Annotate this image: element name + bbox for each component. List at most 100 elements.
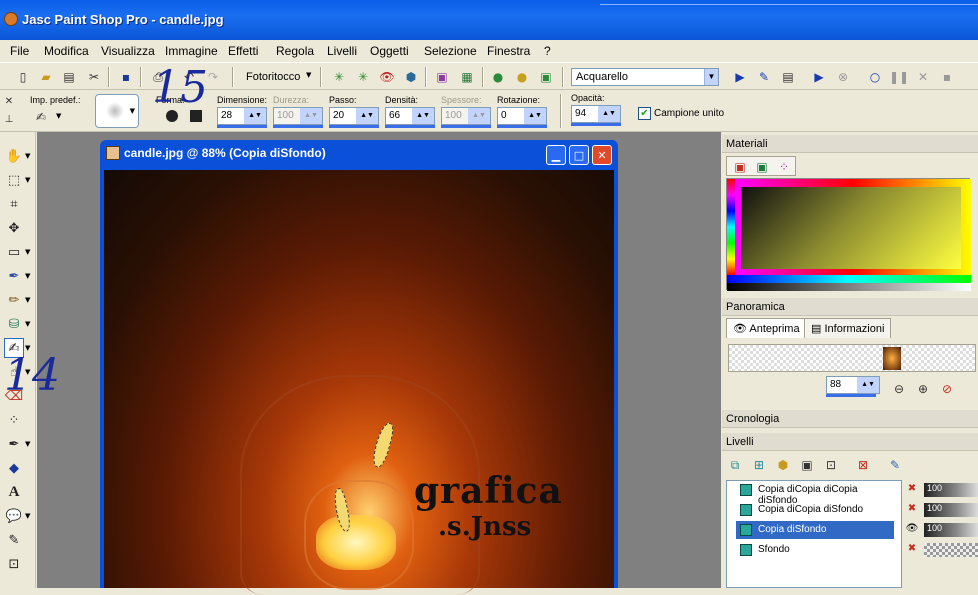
eye-icon[interactable]: 👁 bbox=[904, 523, 920, 537]
browse-icon[interactable]: ▤ bbox=[60, 68, 78, 86]
delete-layer-icon[interactable]: ⊠ bbox=[854, 456, 872, 474]
record-icon[interactable]: ○ bbox=[866, 68, 884, 86]
saturation-area[interactable] bbox=[741, 187, 961, 269]
menu-visualizza[interactable]: Visualizza bbox=[101, 44, 155, 58]
enhance-icon[interactable]: ✳ bbox=[330, 68, 348, 86]
layer-row[interactable]: Copia diCopia diCopia diSfondo bbox=[736, 481, 894, 506]
zoom-tool-icon[interactable]: ⬚ bbox=[4, 170, 24, 190]
spray-tool-icon[interactable]: ⁘ bbox=[4, 410, 24, 430]
tool-options-bar: ✕ ⊥ Imp. predef.: ✍ ▼ ▼ Forma: Dimension… bbox=[0, 90, 978, 132]
menu-file[interactable]: File bbox=[10, 44, 29, 58]
layer-row[interactable]: Copia diSfondo bbox=[736, 521, 894, 539]
run-selected-icon[interactable]: ▶ bbox=[810, 68, 828, 86]
layer-palette-icon[interactable]: ● bbox=[489, 68, 507, 86]
zoom-input[interactable]: 88 ▲▼ bbox=[826, 376, 880, 397]
new-file-icon[interactable]: ▯ bbox=[14, 68, 32, 86]
materials-icon[interactable]: ● bbox=[513, 68, 531, 86]
visibility-off-icon[interactable]: ✖ bbox=[904, 483, 920, 497]
script-select[interactable]: Acquarello ▼ bbox=[571, 68, 719, 86]
opacita-input[interactable]: 94 ▲▼ bbox=[571, 105, 621, 126]
new-mask-icon[interactable]: ▣ bbox=[798, 456, 816, 474]
spessore-input[interactable]: 100 ▲▼ bbox=[441, 107, 491, 128]
maximize-button[interactable]: □ bbox=[569, 145, 589, 165]
visibility-off-icon[interactable]: ✖ bbox=[904, 543, 920, 557]
menu-modifica[interactable]: Modifica bbox=[44, 44, 89, 58]
passo-input[interactable]: 20 ▲▼ bbox=[329, 107, 379, 128]
layer-row[interactable]: Sfondo bbox=[736, 541, 894, 559]
swatches-tab-icon[interactable]: ⁘ bbox=[775, 158, 793, 176]
selection-tool-icon[interactable]: ▭ bbox=[4, 242, 24, 262]
overview-icon[interactable]: ▣ bbox=[537, 68, 555, 86]
layer-opacity-slider[interactable]: 100 bbox=[924, 503, 978, 517]
image-canvas[interactable]: grafica .s.Jnss bbox=[104, 170, 614, 595]
menu-selezione[interactable]: Selezione bbox=[424, 44, 477, 58]
zoom-reset-icon[interactable]: ⊘ bbox=[938, 380, 956, 398]
run-script-icon[interactable]: ▶ bbox=[731, 68, 749, 86]
menu-immagine[interactable]: Immagine bbox=[165, 44, 218, 58]
pin-icon[interactable]: ⊥ bbox=[0, 110, 18, 128]
menu-finestra[interactable]: Finestra bbox=[487, 44, 530, 58]
rotazione-input[interactable]: 0 ▲▼ bbox=[497, 107, 547, 128]
layer-opacity-slider[interactable] bbox=[924, 543, 978, 557]
campione-checkbox[interactable]: ✔ bbox=[638, 107, 651, 120]
close-button[interactable]: ✕ bbox=[592, 145, 612, 165]
scanner-icon[interactable]: ✂ bbox=[85, 68, 103, 86]
dimensione-input[interactable]: 28 ▲▼ bbox=[217, 107, 267, 128]
edit-script-icon[interactable]: ✎ bbox=[755, 68, 773, 86]
crop-tool-icon[interactable]: ⌗ bbox=[4, 194, 24, 214]
zoom-in-icon[interactable]: ⊕ bbox=[914, 380, 932, 398]
layer-row[interactable]: Copia diCopia diSfondo bbox=[736, 501, 894, 519]
tab-informazioni[interactable]: ▤ Informazioni bbox=[804, 318, 892, 338]
open-folder-icon[interactable]: ▰ bbox=[37, 68, 55, 86]
layer-opacity-slider[interactable]: 100 bbox=[924, 523, 978, 537]
menu-help[interactable]: ? bbox=[544, 44, 551, 58]
save-icon[interactable]: ▪ bbox=[117, 68, 135, 86]
new-adjust-layer-icon[interactable]: ⬢ bbox=[774, 456, 792, 474]
tab-anteprima[interactable]: 👁 Anteprima bbox=[726, 318, 807, 338]
photo-retouch-menu[interactable]: Fotoritocco bbox=[246, 71, 300, 83]
grayscale-bar[interactable] bbox=[727, 283, 971, 291]
brush-preset-icon[interactable]: ✍ bbox=[32, 108, 50, 126]
close-icon[interactable]: ✕ bbox=[0, 92, 18, 110]
landscape-icon[interactable]: ▦ bbox=[458, 68, 476, 86]
minimize-button[interactable]: ▁ bbox=[546, 145, 566, 165]
menu-regola[interactable]: Regola bbox=[276, 44, 314, 58]
durezza-input[interactable]: 100 ▲▼ bbox=[273, 107, 323, 128]
pause-icon[interactable]: ❚❚ bbox=[889, 68, 909, 86]
save-script-icon[interactable]: ▪ bbox=[938, 68, 956, 86]
object-selector-icon[interactable]: ⊡ bbox=[4, 554, 24, 574]
menu-oggetti[interactable]: Oggetti bbox=[370, 44, 409, 58]
color-cube-icon[interactable]: ⬢ bbox=[402, 68, 420, 86]
red-eye-icon[interactable]: 👁 bbox=[378, 68, 396, 86]
pen-tool-icon[interactable]: ✒ bbox=[4, 434, 24, 454]
densita-input[interactable]: 66 ▲▼ bbox=[385, 107, 435, 128]
mask-icon[interactable]: ⊡ bbox=[822, 456, 840, 474]
fill-tool-icon[interactable]: ◆ bbox=[4, 458, 24, 478]
portrait-icon[interactable]: ▣ bbox=[433, 68, 451, 86]
new-vector-layer-icon[interactable]: ⊞ bbox=[750, 456, 768, 474]
menu-effetti[interactable]: Effetti bbox=[228, 44, 258, 58]
move-tool-icon[interactable]: ✥ bbox=[4, 218, 24, 238]
overview-preview[interactable] bbox=[728, 344, 976, 372]
new-layer-icon[interactable]: ⧉ bbox=[726, 456, 744, 474]
cancel-icon[interactable]: ✕ bbox=[914, 68, 932, 86]
script-output-icon[interactable]: ▤ bbox=[779, 68, 797, 86]
visibility-off-icon[interactable]: ✖ bbox=[904, 503, 920, 517]
brush-tip-preview[interactable]: ▼ bbox=[95, 94, 139, 128]
spectrum-tab-icon[interactable]: ▣ bbox=[753, 158, 771, 176]
paint-brush-tool-icon[interactable]: ✏ bbox=[4, 290, 24, 310]
zoom-out-icon[interactable]: ⊖ bbox=[890, 380, 908, 398]
shape-tool-icon[interactable]: 💬 bbox=[4, 506, 24, 526]
menu-livelli[interactable]: Livelli bbox=[327, 44, 357, 58]
color-picker[interactable] bbox=[726, 178, 971, 291]
frame-tab-icon[interactable]: ▣ bbox=[731, 158, 749, 176]
layer-properties-icon[interactable]: ✎ bbox=[886, 456, 904, 474]
layer-opacity-slider[interactable]: 100 bbox=[924, 483, 978, 497]
pencil-tool-icon[interactable]: ✎ bbox=[4, 530, 24, 550]
pan-tool-icon[interactable]: ✋ bbox=[4, 146, 24, 166]
clone-tool-icon[interactable]: ⛁ bbox=[4, 314, 24, 334]
text-tool-icon[interactable]: A bbox=[4, 482, 24, 502]
auto-fix-icon[interactable]: ✳ bbox=[354, 68, 372, 86]
dropper-tool-icon[interactable]: ✒ bbox=[4, 266, 24, 286]
stop-script-icon[interactable]: ⊗ bbox=[834, 68, 852, 86]
